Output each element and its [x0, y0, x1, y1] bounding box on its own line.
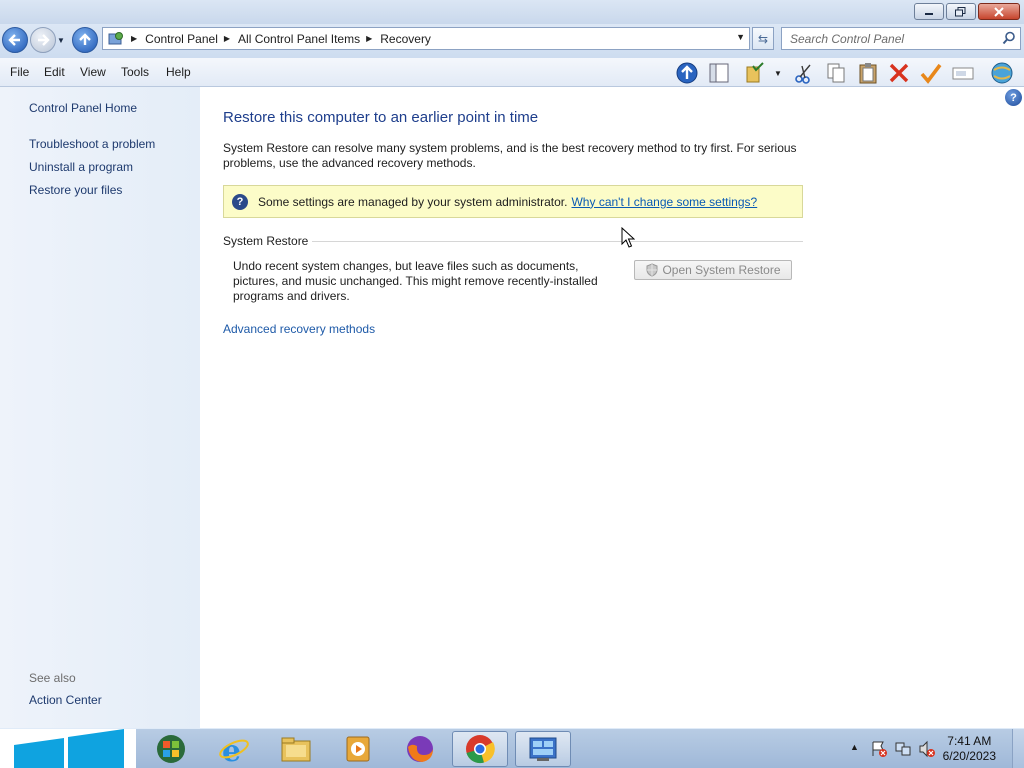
- navigation-bar: ▼ ▶ Control Panel ▶ All Control Panel It…: [0, 24, 1024, 58]
- delete-icon[interactable]: [887, 61, 911, 85]
- section-title: System Restore: [223, 234, 309, 248]
- back-button[interactable]: [2, 27, 28, 53]
- system-tray: ▲ 7:41 AM 6/20/2023: [844, 729, 1024, 768]
- rename-icon[interactable]: [951, 61, 975, 85]
- task-pane: Control Panel Home Troubleshoot a proble…: [0, 87, 200, 728]
- help-icon[interactable]: ?: [1005, 89, 1022, 106]
- folder-options-dropdown-icon[interactable]: ▼: [771, 61, 785, 85]
- refresh-icon: ⇆: [757, 31, 769, 46]
- breadcrumb-separator-icon[interactable]: ▶: [366, 34, 372, 43]
- toolbar-up-icon[interactable]: [675, 61, 699, 85]
- menu-tools[interactable]: Tools: [121, 65, 149, 79]
- taskbar: e ▲ 7:41 AM 6/20/2023: [0, 728, 1024, 768]
- internet-explorer-icon: e: [219, 734, 249, 765]
- breadcrumb-all-items[interactable]: All Control Panel Items: [238, 32, 360, 46]
- properties-icon[interactable]: [919, 61, 943, 85]
- up-button[interactable]: [72, 27, 98, 53]
- folder-icon: [281, 737, 311, 762]
- taskbar-chrome[interactable]: [452, 731, 508, 767]
- breadcrumb-recovery[interactable]: Recovery: [380, 32, 431, 46]
- forward-arrow-icon: [38, 34, 50, 46]
- cut-icon[interactable]: [792, 61, 816, 85]
- breadcrumb-separator-icon[interactable]: ▶: [131, 34, 137, 43]
- minimize-button[interactable]: [914, 3, 944, 20]
- action-center-flag-icon[interactable]: [870, 740, 888, 758]
- admin-info-bar: ? Some settings are managed by your syst…: [223, 185, 803, 218]
- refresh-button[interactable]: ⇆: [752, 27, 774, 50]
- intro-text: System Restore can resolve many system p…: [223, 141, 797, 170]
- address-bar[interactable]: ▶ Control Panel ▶ All Control Panel Item…: [102, 27, 750, 50]
- windows-logo-icon: [14, 729, 124, 768]
- why-cant-change-link[interactable]: Why can't I change some settings?: [571, 195, 757, 209]
- control-panel-home-link[interactable]: Control Panel Home: [29, 101, 137, 115]
- menu-file[interactable]: File: [10, 65, 29, 79]
- copy-icon[interactable]: [824, 61, 848, 85]
- control-panel-icon: [107, 31, 125, 47]
- network-icon[interactable]: [894, 740, 912, 758]
- taskbar-file-explorer[interactable]: [268, 731, 324, 767]
- open-system-restore-button[interactable]: Open System Restore: [634, 260, 792, 280]
- show-desktop-button[interactable]: [1012, 729, 1024, 768]
- taskbar-control-panel[interactable]: [515, 731, 571, 767]
- internet-globe-icon[interactable]: [990, 61, 1014, 85]
- menu-bar: File Edit View Tools Help ▼: [0, 58, 1024, 87]
- troubleshoot-link[interactable]: Troubleshoot a problem: [29, 137, 155, 151]
- open-system-restore-label: Open System Restore: [662, 263, 781, 277]
- svg-text:e: e: [222, 734, 241, 765]
- breadcrumb-separator-icon[interactable]: ▶: [224, 34, 230, 43]
- taskbar-internet-explorer[interactable]: e: [206, 731, 262, 767]
- advanced-recovery-link[interactable]: Advanced recovery methods: [223, 322, 375, 336]
- question-icon: ?: [232, 193, 248, 210]
- minimize-icon: [925, 12, 933, 15]
- section-divider: [312, 240, 803, 242]
- windows-orb-icon: [157, 735, 185, 763]
- breadcrumb-control-panel[interactable]: Control Panel: [145, 32, 218, 46]
- firefox-icon: [407, 736, 433, 762]
- menu-edit[interactable]: Edit: [44, 65, 65, 79]
- system-restore-header: System Restore: [223, 234, 803, 248]
- action-center-link[interactable]: Action Center: [29, 693, 102, 707]
- volume-muted-icon[interactable]: [918, 740, 936, 758]
- paste-icon[interactable]: [856, 61, 880, 85]
- mouse-cursor-icon: [621, 227, 635, 248]
- close-button[interactable]: [978, 3, 1020, 20]
- address-dropdown-icon[interactable]: ▼: [736, 32, 745, 42]
- forward-button[interactable]: [30, 27, 56, 53]
- taskbar-firefox[interactable]: [392, 731, 448, 767]
- see-also-label: See also: [29, 671, 76, 685]
- menu-view[interactable]: View: [80, 65, 106, 79]
- window-controls: [914, 3, 1020, 20]
- title-bar: [0, 0, 1024, 24]
- preview-pane-icon[interactable]: [707, 61, 731, 85]
- search-icon[interactable]: [1002, 31, 1016, 45]
- menu-help[interactable]: Help: [166, 65, 191, 79]
- media-player-icon: [346, 736, 370, 762]
- close-icon: [994, 6, 1004, 17]
- clock[interactable]: 7:41 AM 6/20/2023: [943, 734, 996, 764]
- restore-icon: [955, 6, 966, 16]
- recent-pages-dropdown[interactable]: ▼: [57, 36, 65, 45]
- clock-time: 7:41 AM: [947, 734, 992, 748]
- search-placeholder: Search Control Panel: [790, 32, 905, 46]
- control-panel-icon: [529, 737, 557, 761]
- up-arrow-icon: [79, 33, 91, 45]
- system-restore-description: Undo recent system changes, but leave fi…: [233, 259, 598, 303]
- show-hidden-icons-icon[interactable]: ▲: [850, 742, 859, 752]
- clock-date: 6/20/2023: [942, 749, 996, 763]
- search-input[interactable]: Search Control Panel: [781, 27, 1021, 50]
- start-button[interactable]: [0, 729, 136, 768]
- main-content: ? Restore this computer to an earlier po…: [200, 87, 1024, 728]
- restore-files-link[interactable]: Restore your files: [29, 183, 122, 197]
- taskbar-media-player[interactable]: [330, 731, 386, 767]
- taskbar-media-center[interactable]: [143, 731, 199, 767]
- chrome-icon: [466, 735, 495, 764]
- maximize-button[interactable]: [946, 3, 976, 20]
- info-text: Some settings are managed by your system…: [258, 194, 568, 209]
- uac-shield-icon: [646, 263, 658, 277]
- page-title: Restore this computer to an earlier poin…: [223, 109, 539, 126]
- folder-options-icon[interactable]: [743, 61, 767, 85]
- back-arrow-icon: [8, 34, 20, 46]
- uninstall-program-link[interactable]: Uninstall a program: [29, 160, 133, 174]
